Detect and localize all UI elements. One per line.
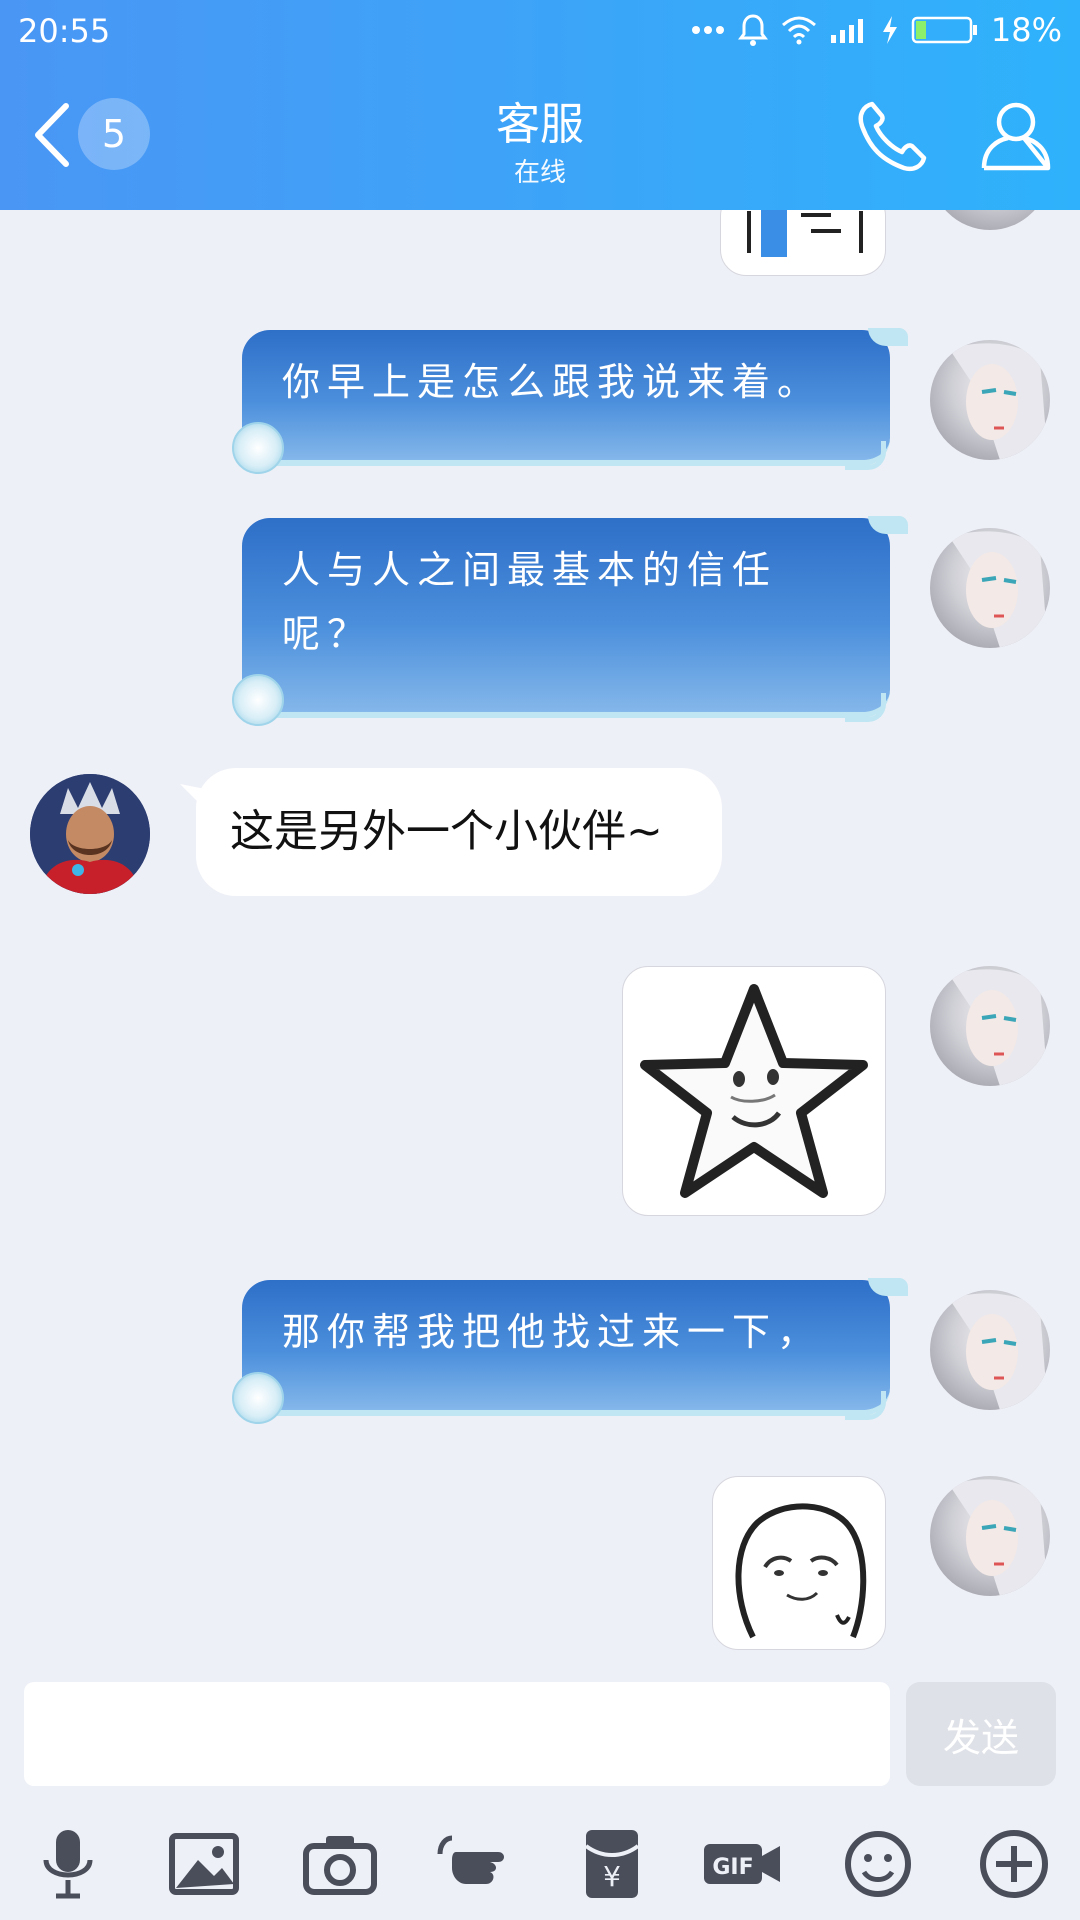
bubble-decoration-icon [232, 674, 284, 726]
camera-icon[interactable] [300, 1824, 380, 1904]
meme-face-sticker-icon [735, 1503, 867, 1639]
message-bubble-self[interactable]: 那你帮我把他找过来一下， [232, 1278, 908, 1424]
avatar-self[interactable] [930, 966, 1050, 1086]
phone-icon[interactable] [852, 96, 932, 176]
svg-text:¥: ¥ [603, 1860, 621, 1893]
star-face-sticker-icon [640, 984, 868, 1198]
message-text: 那你帮我把他找过来一下， [282, 1310, 823, 1354]
message-bubble-contact[interactable]: 这是另外一个小伙伴~ [180, 768, 722, 896]
emoji-icon[interactable] [838, 1824, 918, 1904]
status-time: 20:55 [18, 12, 111, 50]
bubble-decoration-icon [232, 1372, 284, 1424]
chat-header: 20:55 18% 5 客服 在线 [0, 0, 1080, 210]
avatar-self[interactable] [930, 1290, 1050, 1410]
avatar-self[interactable] [930, 528, 1050, 648]
message-list[interactable]: 你早上是怎么跟我说来着。 人与人之间最基本的信任呢？ 这是另外一个小伙伴~ 那你… [0, 210, 1080, 1680]
message-input[interactable] [24, 1682, 890, 1786]
bubble-decoration-icon [232, 422, 284, 474]
wifi-icon [781, 15, 817, 45]
avatar-self[interactable] [930, 340, 1050, 460]
avatar-self[interactable] [930, 1476, 1050, 1596]
microphone-icon[interactable] [28, 1824, 108, 1904]
message-bubble-self[interactable]: 你早上是怎么跟我说来着。 [232, 328, 908, 474]
sticker-message[interactable] [712, 1476, 886, 1650]
gif-icon[interactable]: GIF [702, 1824, 782, 1904]
battery-percent: 18% [990, 11, 1062, 49]
image-icon[interactable] [164, 1824, 244, 1904]
poke-icon[interactable] [436, 1824, 516, 1904]
battery-icon [911, 15, 979, 45]
bell-icon [737, 13, 769, 47]
red-packet-icon[interactable]: ¥ [572, 1824, 652, 1904]
signal-icon [829, 15, 869, 45]
more-dots-icon [691, 25, 725, 35]
avatar-contact[interactable] [30, 774, 150, 894]
profile-icon[interactable] [976, 96, 1056, 176]
message-text: 这是另外一个小伙伴~ [230, 806, 663, 857]
charging-icon [881, 15, 899, 45]
message-image-partial[interactable] [720, 210, 886, 276]
status-icons: 18% [691, 10, 1062, 50]
avatar-self[interactable] [930, 210, 1050, 230]
input-toolbar: ¥ GIF [0, 1800, 1080, 1920]
plus-icon[interactable] [974, 1824, 1054, 1904]
message-bubble-self[interactable]: 人与人之间最基本的信任呢？ [232, 516, 908, 726]
svg-text:GIF: GIF [712, 1855, 753, 1880]
message-text: 你早上是怎么跟我说来着。 [282, 360, 823, 404]
sticker-message[interactable] [622, 966, 886, 1216]
message-text: 人与人之间最基本的信任呢？ [282, 548, 778, 656]
send-button[interactable]: 发送 [906, 1682, 1056, 1786]
